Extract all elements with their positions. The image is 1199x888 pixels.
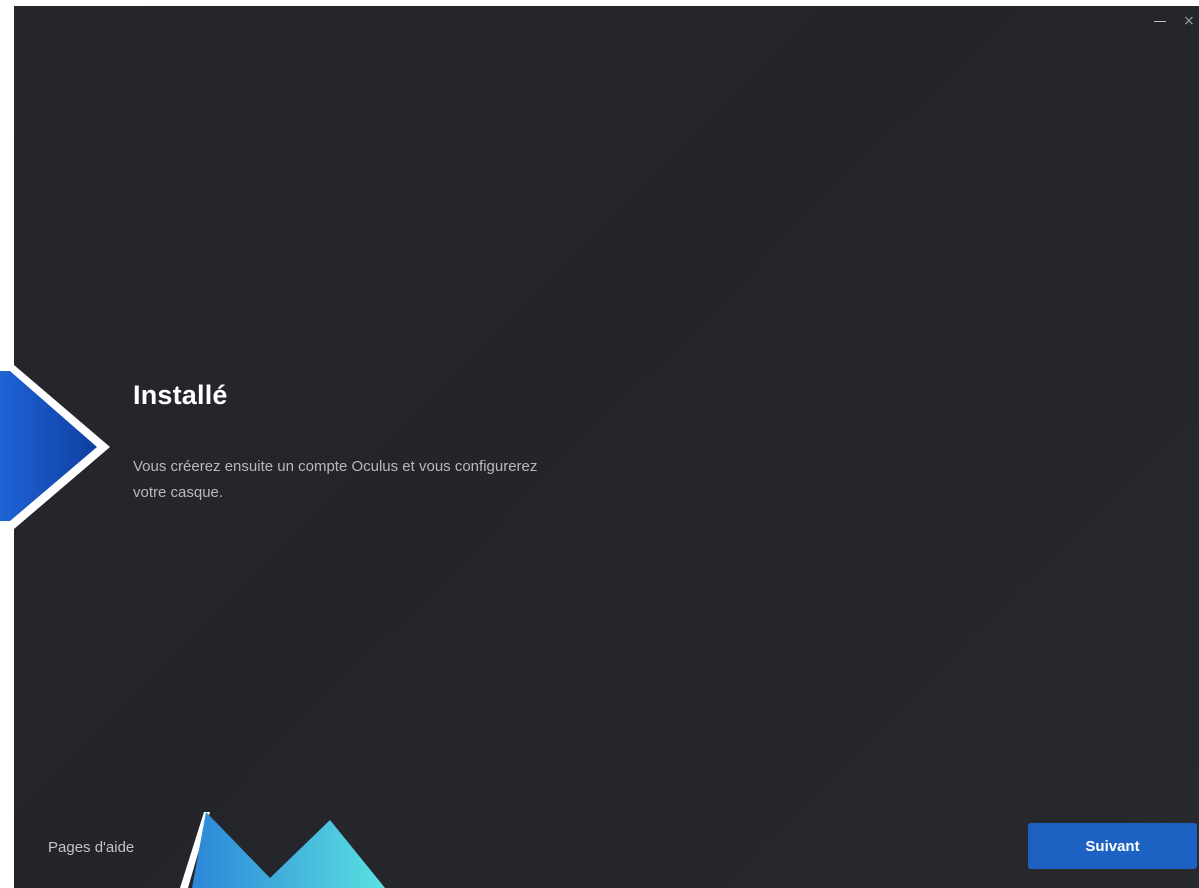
- close-icon: ×: [1183, 13, 1195, 29]
- close-button[interactable]: ×: [1183, 6, 1199, 36]
- setup-window: × Installé Vous créerez ensuite un compt…: [14, 6, 1199, 888]
- page-description: Vous créerez ensuite un compte Oculus et…: [133, 458, 538, 501]
- page-title: Installé: [133, 380, 228, 410]
- chevron-decoration-bottom: [180, 812, 385, 888]
- minimize-button[interactable]: [1137, 6, 1183, 36]
- window-controls: ×: [1109, 6, 1199, 36]
- minimize-icon: [1154, 20, 1166, 22]
- help-pages-link[interactable]: Pages d'aide: [48, 839, 134, 856]
- arrow-decoration-left: [0, 365, 110, 529]
- next-button[interactable]: Suivant: [1028, 823, 1197, 869]
